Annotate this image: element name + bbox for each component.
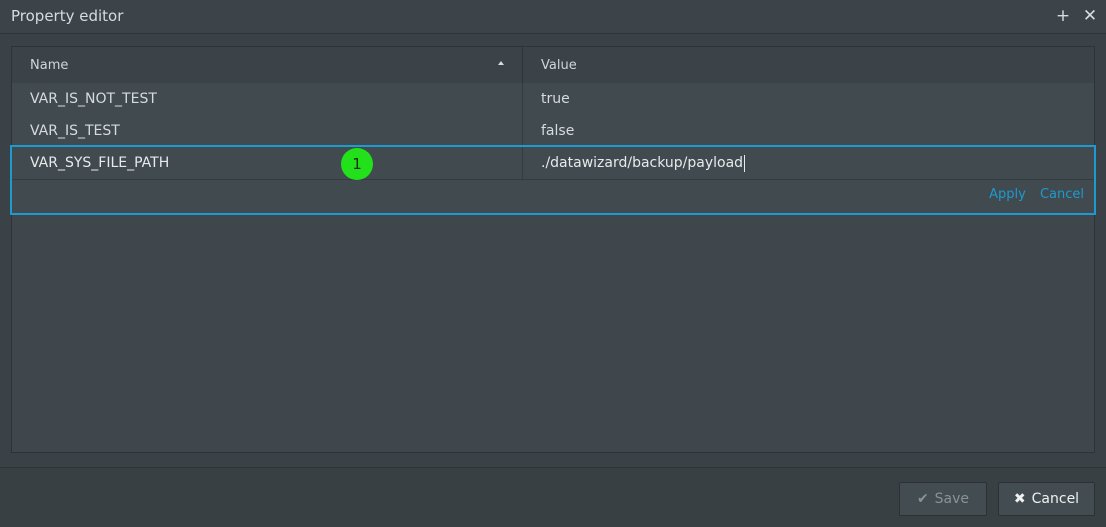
property-value[interactable]: false: [541, 115, 574, 147]
property-table: Name Value VAR_IS_NOT_TEST true VAR_IS_T…: [10, 46, 1096, 453]
property-value[interactable]: true: [541, 83, 570, 115]
cancel-button-label: Cancel: [1031, 491, 1080, 507]
edit-actions: Apply Cancel: [979, 187, 1084, 202]
title-bar: Property editor + ✕: [0, 0, 1106, 34]
save-button[interactable]: ✔ Save: [899, 482, 987, 516]
cell-divider: [522, 115, 523, 147]
property-name: VAR_IS_TEST: [30, 123, 120, 139]
property-name: VAR_SYS_FILE_PATH: [30, 155, 170, 171]
column-header-value[interactable]: Value: [541, 47, 577, 83]
save-button-label: Save: [934, 491, 970, 507]
footer-bar: ✔ Save ✖ Cancel: [0, 467, 1106, 527]
table-header: Name Value: [12, 47, 1094, 84]
check-icon: ✔: [916, 491, 929, 507]
step-badge: 1: [341, 148, 373, 180]
plus-icon[interactable]: +: [1054, 5, 1072, 27]
cell-divider: [522, 83, 523, 115]
table-row[interactable]: VAR_IS_NOT_TEST true: [12, 83, 1094, 116]
apply-link[interactable]: Apply: [989, 187, 1026, 202]
text-caret: [744, 154, 746, 172]
x-icon: ✖: [1013, 491, 1026, 507]
editing-row[interactable]: VAR_SYS_FILE_PATH ./datawizard/backup/pa…: [10, 145, 1096, 215]
property-name: VAR_IS_NOT_TEST: [30, 91, 157, 107]
cancel-button[interactable]: ✖ Cancel: [998, 482, 1095, 516]
column-divider[interactable]: [522, 47, 523, 83]
row-divider: [12, 179, 1094, 180]
close-icon[interactable]: ✕: [1081, 5, 1099, 27]
column-header-name[interactable]: Name: [30, 47, 68, 83]
cell-divider: [522, 147, 523, 179]
property-value-input[interactable]: ./datawizard/backup/payload: [541, 147, 746, 179]
window-title: Property editor: [11, 7, 124, 25]
property-value-text: ./datawizard/backup/payload: [541, 155, 744, 171]
sort-ascending-icon[interactable]: [498, 61, 504, 65]
cancel-edit-link[interactable]: Cancel: [1040, 187, 1084, 202]
table-row[interactable]: VAR_IS_TEST false: [12, 115, 1094, 148]
